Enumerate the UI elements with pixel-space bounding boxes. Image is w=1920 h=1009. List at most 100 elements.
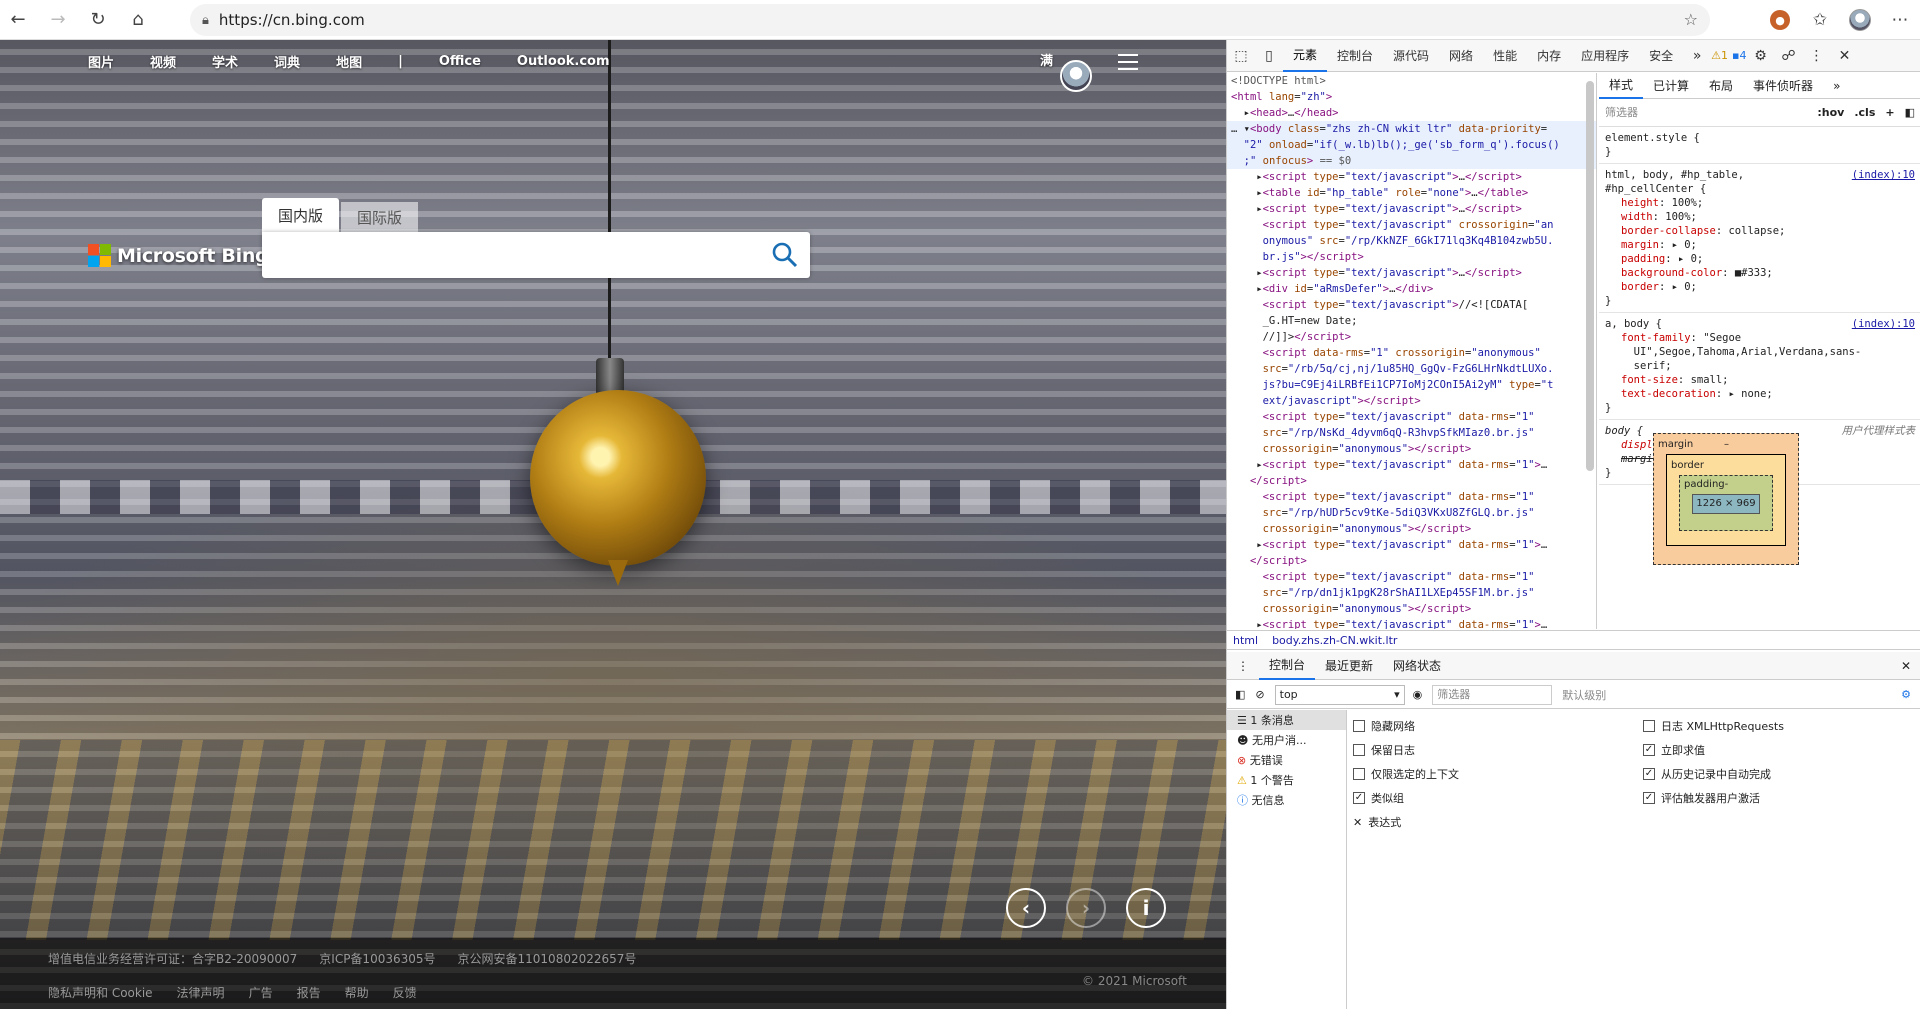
devtools-menu-icon[interactable]: ⋮ (1802, 48, 1830, 64)
opt-autocomplete-history[interactable]: ✓ 从历史记录中自动完成 (1643, 762, 1913, 786)
opt-user-activation[interactable]: ✓ 评估触发器用户激活 (1643, 786, 1913, 810)
nav-office[interactable]: Office (439, 54, 481, 69)
console-filter-input[interactable]: 筛选器 (1432, 684, 1553, 705)
styles-filter-input[interactable]: 筛选器 (1605, 106, 1807, 120)
next-image-button[interactable]: › (1066, 888, 1106, 928)
console-side-user-messages[interactable]: ☻ 无用户消... (1227, 730, 1346, 750)
opt-group-similar[interactable]: ✓ 类似组 (1353, 786, 1633, 810)
cls-toggle[interactable]: .cls (1854, 106, 1875, 120)
tab-layout[interactable]: 布局 (1699, 73, 1743, 99)
dom-tree-scrollbar[interactable] (1586, 81, 1594, 471)
rule-element-style[interactable]: element.style {} (1599, 127, 1920, 164)
close-devtools-icon[interactable]: ✕ (1830, 48, 1858, 64)
drawer-tab-whats-new[interactable]: 最近更新 (1315, 652, 1383, 680)
image-info-button[interactable]: i (1126, 888, 1166, 928)
tab-network[interactable]: 网络 (1439, 40, 1483, 72)
warning-count-badge[interactable]: ⚠1 (1711, 49, 1728, 62)
feedback-icon[interactable]: ☍ (1774, 48, 1802, 64)
more-style-tabs-icon[interactable]: » (1823, 73, 1850, 99)
close-drawer-icon[interactable]: ✕ (1891, 652, 1920, 680)
bing-homepage: 图片 视频 学术 词典 地图 | Office Outlook.com 满 国内… (0, 40, 1226, 1009)
rule-html-body[interactable]: (index):10 html, body, #hp_table, #hp_cell… (1599, 164, 1920, 313)
opt-log-xhr[interactable]: 日志 XMLHttpRequests (1643, 714, 1913, 738)
tab-security[interactable]: 安全 (1639, 40, 1683, 72)
console-side-info[interactable]: ⓘ 无信息 (1227, 790, 1346, 810)
tab-performance[interactable]: 性能 (1483, 40, 1527, 72)
tab-sources[interactable]: 源代码 (1383, 40, 1439, 72)
console-side-messages[interactable]: ☰ 1 条消息 (1227, 710, 1346, 730)
console-settings-icon[interactable]: ⚙ (1901, 688, 1911, 701)
drawer-tab-network-conditions[interactable]: 网络状态 (1383, 652, 1451, 680)
more-tabs-icon[interactable]: » (1683, 48, 1711, 64)
footer-help[interactable]: 帮助 (345, 984, 369, 1001)
tab-memory[interactable]: 内存 (1527, 40, 1571, 72)
search-input[interactable] (276, 242, 756, 268)
address-bar[interactable]: 🔒︎ https://cn.bing.com ☆ (190, 4, 1710, 36)
favorites-icon[interactable]: ✩ (1800, 0, 1840, 40)
drawer-menu-icon[interactable]: ⋮ (1227, 652, 1259, 680)
opt-preserve-log[interactable]: 保留日志 (1353, 738, 1633, 762)
footer-privacy[interactable]: 隐私声明和 Cookie (48, 984, 153, 1001)
tab-event-listeners[interactable]: 事件侦听器 (1743, 73, 1823, 99)
search-icon[interactable] (770, 240, 800, 270)
footer-police[interactable]: 京公网安备11010802022657号 (458, 950, 637, 967)
footer-legal[interactable]: 法律声明 (177, 984, 225, 1001)
hamburger-menu-icon[interactable] (1118, 54, 1138, 70)
tab-elements[interactable]: 元素 (1283, 40, 1328, 72)
crumb-body[interactable]: body.zhs.zh-CN.wkit.ltr (1272, 634, 1397, 647)
settings-gear-icon[interactable]: ⚙ (1746, 48, 1774, 64)
tab-console[interactable]: 控制台 (1327, 40, 1383, 72)
nav-images[interactable]: 图片 (88, 52, 114, 71)
url-text[interactable]: https://cn.bing.com (219, 11, 365, 29)
nav-academic[interactable]: 学术 (212, 52, 238, 71)
forward-icon[interactable]: → (40, 4, 76, 36)
opt-expression[interactable]: ✕ 表达式 (1353, 810, 1633, 834)
crumb-html[interactable]: html (1233, 634, 1258, 647)
nav-videos[interactable]: 视频 (150, 52, 176, 71)
tab-styles[interactable]: 样式 (1599, 73, 1644, 99)
live-expression-eye-icon[interactable]: ◉ (1413, 688, 1423, 701)
footer-report[interactable]: 报告 (297, 984, 321, 1001)
clear-console-icon[interactable]: ⊘ (1255, 688, 1264, 701)
log-levels-select[interactable]: 默认级别 (1562, 687, 1606, 703)
previous-image-button[interactable]: ‹ (1006, 888, 1046, 928)
nav-maps[interactable]: 地图 (336, 52, 362, 71)
drawer-tab-console[interactable]: 控制台 (1259, 652, 1316, 680)
back-icon[interactable]: ← (0, 4, 36, 36)
user-name[interactable]: 满 (1040, 50, 1053, 69)
tab-international[interactable]: 国际版 (341, 202, 419, 232)
profile-icon[interactable] (1840, 0, 1880, 40)
toggle-sidebar-icon[interactable]: ◧ (1905, 106, 1915, 120)
breadcrumb: html body.zhs.zh-CN.wkit.ltr (1227, 630, 1920, 650)
user-avatar[interactable] (1060, 60, 1092, 92)
favorite-star-icon[interactable]: ☆ (1684, 10, 1698, 29)
inspect-element-icon[interactable]: ⬚ (1227, 48, 1255, 64)
console-sidebar-icon[interactable]: ◧ (1235, 688, 1245, 701)
context-select[interactable]: top (1274, 684, 1405, 705)
refresh-icon[interactable]: ↻ (80, 4, 116, 36)
footer-ads[interactable]: 广告 (249, 984, 273, 1001)
opt-eager-eval[interactable]: ✓ 立即求值 (1643, 738, 1913, 762)
message-count-badge[interactable]: ▪4 (1732, 49, 1746, 62)
tab-application[interactable]: 应用程序 (1571, 40, 1639, 72)
rule-a-body[interactable]: (index):10 a, body { font-family: "Segoe … (1599, 313, 1920, 420)
bing-logo[interactable]: Microsoft Bing (88, 244, 269, 267)
console-side-errors[interactable]: ⊗ 无错误 (1227, 750, 1346, 770)
add-rule-icon[interactable]: + (1885, 106, 1894, 120)
tab-computed[interactable]: 已计算 (1643, 73, 1699, 99)
footer-license[interactable]: 增值电信业务经营许可证：合字B2-20090007 (48, 950, 297, 967)
hov-toggle[interactable]: :hov (1817, 106, 1844, 120)
tab-domestic[interactable]: 国内版 (262, 198, 340, 232)
device-toolbar-icon[interactable]: ▯ (1255, 48, 1283, 64)
more-menu-icon[interactable]: ⋯ (1880, 0, 1920, 40)
footer-feedback[interactable]: 反馈 (393, 984, 417, 1001)
opt-hide-network[interactable]: 隐藏网络 (1353, 714, 1633, 738)
nav-outlook[interactable]: Outlook.com (517, 54, 610, 69)
opt-selected-context[interactable]: 仅限选定的上下文 (1353, 762, 1633, 786)
nav-dictionary[interactable]: 词典 (274, 52, 300, 71)
console-side-warnings[interactable]: ⚠ 1 个警告 (1227, 770, 1346, 790)
dom-tree[interactable]: <!DOCTYPE html> <html lang="zh"> ▸<head>… (1227, 73, 1597, 629)
extension-icon[interactable]: ● (1760, 0, 1800, 40)
footer-icp[interactable]: 京ICP备10036305号 (319, 950, 435, 967)
home-icon[interactable]: ⌂ (120, 4, 156, 36)
